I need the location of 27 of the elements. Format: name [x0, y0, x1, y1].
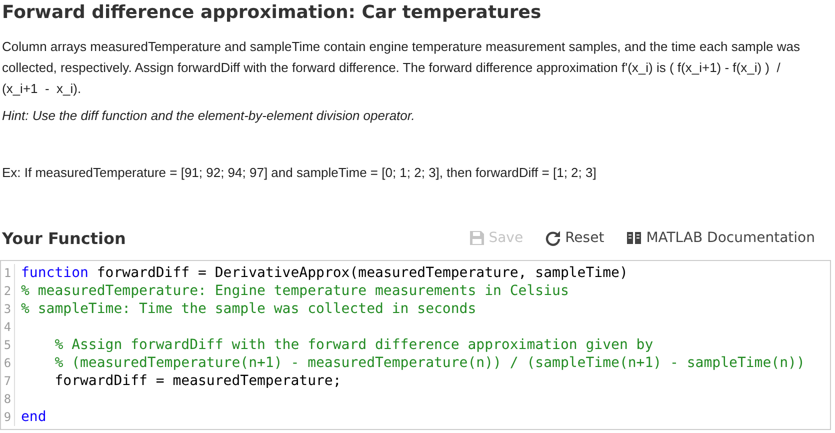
- line-number: 1: [1, 264, 15, 282]
- reload-icon: [545, 230, 562, 246]
- description-text: Column arrays measuredTemperature and sampleTime contain engine temperature measurement samples, and the time each sample was collected, respectively. Assign forwardDiff with the forward difference. The forward difference approximation f'(x_i) is ( f(x_i+1) - f(x_i) ) / (x_i+1 - x_i).: [2, 38, 800, 98]
- line-number: 9: [1, 408, 15, 426]
- reset-button[interactable]: Reset: [545, 230, 604, 246]
- docs-button[interactable]: MATLAB Documentation: [626, 230, 815, 246]
- code-keyword: end: [21, 409, 46, 425]
- book-icon: [626, 230, 642, 246]
- code-text: forwardDiff = measuredTemperature;: [54, 373, 342, 389]
- example-text: Ex: If measuredTemperature = [91; 92; 94; 97] and sampleTime = [0; 1; 2; 3], then forwardDiff = [1; 2; 3]: [2, 164, 598, 182]
- code-keyword: function: [21, 265, 88, 281]
- code-comment: % (measuredTemperature(n+1) - measuredTemperature(n)) / (sampleTime(n+1) - sampleTime(n)): [54, 355, 805, 371]
- code-comment: % Assign forwardDiff with the forward difference approximation given by: [54, 337, 654, 353]
- section-title: Your Function: [2, 228, 126, 248]
- code-comment: % measuredTemperature: Engine temperature measurements in Celsius: [21, 283, 569, 299]
- code-editor[interactable]: [0, 260, 831, 430]
- line-number: 7: [1, 372, 15, 390]
- hint-text: Hint: Use the diff function and the element-by-element division operator.: [2, 107, 416, 125]
- line-number: 4: [1, 318, 15, 336]
- line-number: 2: [1, 282, 15, 300]
- code-comment: % sampleTime: Time the sample was collected in seconds: [21, 301, 476, 317]
- page-title: Forward difference approximation: Car temperatures: [1, 1, 542, 25]
- line-number: 8: [1, 390, 15, 408]
- line-number: 5: [1, 336, 15, 354]
- line-number: 6: [1, 354, 15, 372]
- code-text: forwardDiff = DerivativeApprox(measuredTemperature, sampleTime): [96, 265, 628, 281]
- line-number: 3: [1, 300, 15, 318]
